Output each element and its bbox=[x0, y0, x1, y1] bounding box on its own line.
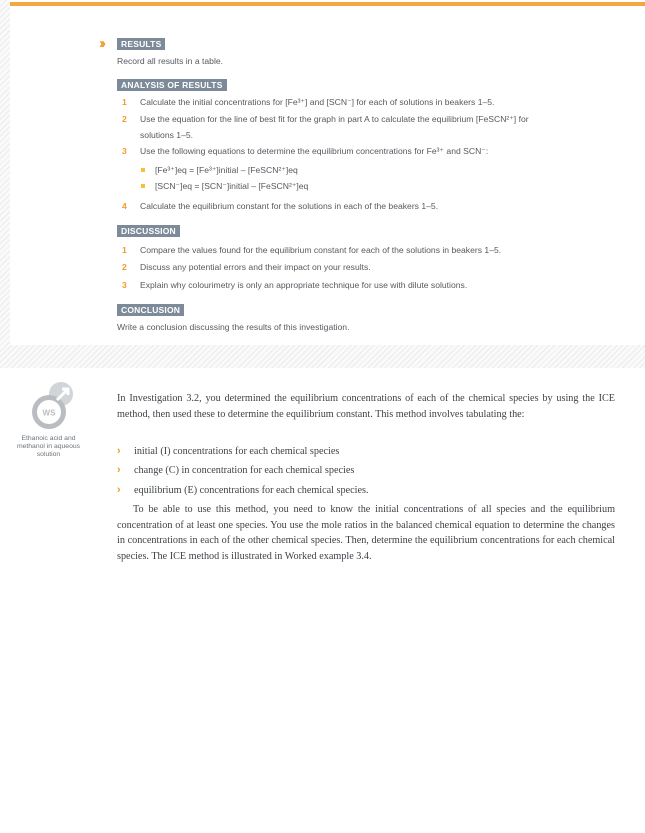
analysis-item-number: 3 bbox=[122, 146, 127, 156]
equation-scn: [SCN⁻]eq = [SCN⁻]initial – [FeSCN²⁺]eq bbox=[155, 181, 309, 191]
analysis-item-number: 2 bbox=[122, 114, 127, 124]
analysis-item-text: Calculate the initial concentrations for… bbox=[140, 97, 495, 107]
conclusion-header: CONCLUSION bbox=[117, 304, 185, 316]
discussion-item-text: Discuss any potential errors and their i… bbox=[140, 262, 371, 272]
conclusion-text: Write a conclusion discussing the result… bbox=[117, 322, 350, 332]
bullet-square-icon bbox=[141, 184, 145, 188]
results-text: Record all results in a table. bbox=[117, 56, 224, 66]
discussion-item-number: 2 bbox=[122, 262, 127, 272]
analysis-header: ANALYSIS OF RESULTS bbox=[117, 79, 227, 91]
bullet-arrow-icon: › bbox=[117, 464, 121, 476]
section-divider-band bbox=[0, 345, 645, 368]
bullet-arrow-icon: › bbox=[117, 484, 121, 496]
discussion-item-text: Compare the values found for the equilib… bbox=[140, 245, 502, 255]
ice-bullet-change: change (C) in concentration for each che… bbox=[134, 465, 355, 476]
analysis-item-number: 4 bbox=[122, 201, 127, 211]
results-header: RESULTS bbox=[117, 38, 166, 50]
discussion-item-text: Explain why colourimetry is only an appr… bbox=[140, 280, 468, 290]
analysis-item-text: Use the following equations to determine… bbox=[140, 146, 489, 156]
left-hatch-margin bbox=[0, 0, 10, 345]
analysis-item-text: Use the equation for the line of best fi… bbox=[140, 114, 529, 124]
ws-label: WS bbox=[43, 409, 57, 418]
worksheet-caption: Ethanoic acid and methanol in aqueous so… bbox=[16, 435, 81, 458]
ice-bullet-equilibrium: equilibrium (E) concentrations for each … bbox=[134, 485, 369, 496]
bullet-square-icon bbox=[141, 168, 145, 172]
intro-paragraph: In Investigation 3.2, you determined the… bbox=[117, 393, 615, 420]
top-accent-rule bbox=[10, 2, 645, 6]
worksheet-link-icon[interactable]: WS bbox=[29, 380, 77, 432]
discussion-item-number: 3 bbox=[122, 280, 127, 290]
ice-explanation-paragraph: To be able to use this method, you need … bbox=[117, 504, 615, 563]
discussion-item-number: 1 bbox=[122, 245, 127, 255]
discussion-header: DISCUSSION bbox=[117, 225, 180, 237]
double-chevron-icon: ›› bbox=[99, 35, 106, 52]
analysis-item-text-cont: solutions 1–5. bbox=[140, 130, 194, 140]
analysis-item-text: Calculate the equilibrium constant for t… bbox=[140, 201, 439, 211]
equation-fe: [Fe³⁺]eq = [Fe³⁺]initial – [FeSCN²⁺]eq bbox=[155, 165, 298, 175]
bullet-arrow-icon: › bbox=[117, 445, 121, 457]
analysis-item-number: 1 bbox=[122, 97, 127, 107]
ice-bullet-initial: initial (I) concentrations for each chem… bbox=[134, 446, 340, 457]
